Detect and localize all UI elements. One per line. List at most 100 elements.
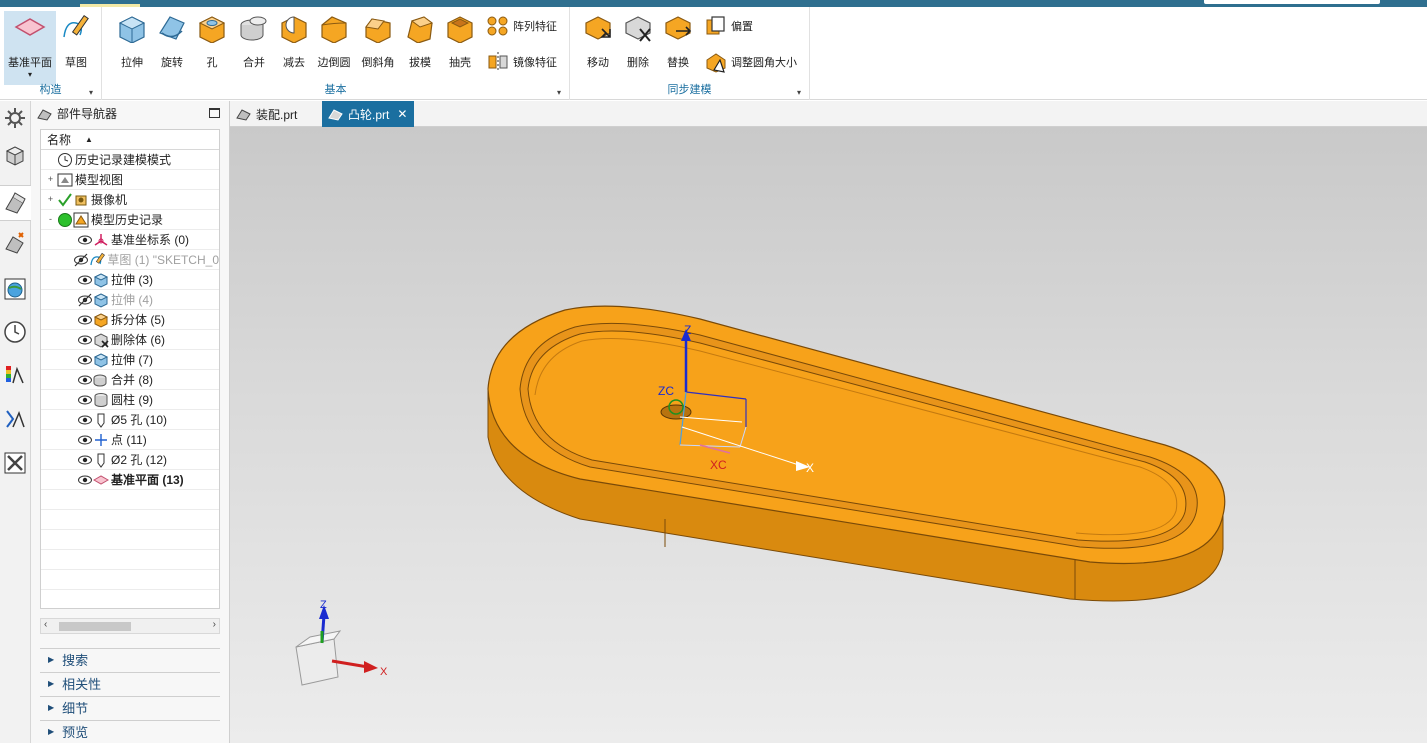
revolve-button[interactable]: 旋转 — [152, 11, 192, 75]
tree-row-label: 拆分体 (5) — [111, 313, 166, 327]
sketch-button[interactable]: 草图 — [56, 11, 96, 75]
visible-eye-icon[interactable] — [77, 272, 93, 288]
graphics-window[interactable]: Z ZC XC X Z X — [230, 127, 1427, 743]
tree-row[interactable]: 拉伸 (3) — [41, 270, 219, 290]
expand-toggle-icon[interactable]: + — [46, 175, 55, 184]
group-basic: 拉伸 旋转 孔 合并 减去 边倒圆 倒斜角 拔模 抽壳 阵列特征 镜像特征 基本… — [102, 7, 570, 100]
tree-row[interactable]: + 模型视图 — [41, 170, 219, 190]
chamfer-button[interactable]: 倒斜角 — [358, 11, 398, 75]
section-search[interactable]: ▶ 搜索 — [40, 648, 220, 670]
expand-toggle-icon[interactable]: - — [46, 215, 55, 224]
unite-label: 合并 — [243, 57, 265, 69]
settings-gear-icon[interactable] — [3, 106, 27, 130]
point-icon — [95, 433, 107, 446]
move-face-button[interactable]: 移动 — [578, 11, 618, 75]
tree-row[interactable]: - 模型历史记录 — [41, 210, 219, 230]
dropdown-arrow-icon[interactable]: ▾ — [4, 70, 56, 79]
section-preview[interactable]: ▶ 预览 — [40, 720, 220, 742]
empty-row — [41, 590, 219, 608]
hidden-eye-icon[interactable] — [77, 292, 93, 308]
mirror-feature-button[interactable]: 镜像特征 — [486, 49, 557, 75]
collapsed-triangle-icon: ▶ — [48, 703, 55, 712]
datum-plane-label: 基准平面 — [8, 57, 52, 69]
tools-icon[interactable] — [3, 451, 27, 475]
replace-face-label: 替换 — [667, 57, 689, 69]
unite-icon — [93, 374, 107, 386]
tree-row[interactable]: Ø5 孔 (10) — [41, 410, 219, 430]
tree-row[interactable]: + 摄像机 — [41, 190, 219, 210]
tree-row[interactable]: 草图 (1) "SKETCH_0 — [41, 250, 219, 270]
navigator-horizontal-scrollbar[interactable]: ‹ › — [40, 618, 220, 634]
close-tab-icon[interactable]: ✕ — [397, 107, 407, 121]
subtract-icon — [281, 16, 307, 44]
visualization-palette-icon[interactable] — [3, 363, 27, 387]
command-search-box[interactable] — [1204, 0, 1380, 4]
maximize-icon[interactable] — [209, 108, 220, 118]
collapsed-triangle-icon: ▶ — [48, 679, 55, 688]
scrollbar-thumb[interactable] — [59, 622, 131, 631]
draft-button[interactable]: 拔模 — [400, 11, 440, 75]
tree-row[interactable]: 基准平面 (13) — [41, 470, 219, 490]
visible-eye-icon[interactable] — [77, 232, 93, 248]
visible-eye-icon[interactable] — [77, 392, 93, 408]
extrude-button[interactable]: 拉伸 — [112, 11, 152, 75]
tree-row[interactable]: 拉伸 (4) — [41, 290, 219, 310]
draft-icon — [407, 16, 434, 44]
section-label: 细节 — [62, 701, 89, 716]
visible-eye-icon[interactable] — [77, 332, 93, 348]
checkmark-icon[interactable] — [57, 192, 73, 208]
group-more-icon[interactable]: ▾ — [797, 88, 801, 97]
hidden-eye-icon[interactable] — [73, 252, 89, 268]
tree-row[interactable]: 圆柱 (9) — [41, 390, 219, 410]
roles-icon[interactable] — [3, 407, 27, 431]
offset-region-button[interactable]: 偏置 — [704, 13, 753, 39]
tree-row[interactable]: 点 (11) — [41, 430, 219, 450]
web-browser-icon[interactable] — [3, 277, 27, 301]
group-more-icon[interactable]: ▾ — [557, 88, 561, 97]
visible-eye-icon[interactable] — [77, 452, 93, 468]
reuse-library-icon[interactable] — [3, 231, 27, 255]
section-details[interactable]: ▶ 细节 — [40, 696, 220, 718]
center-hole[interactable] — [660, 404, 692, 420]
expand-toggle-icon[interactable]: + — [46, 195, 55, 204]
visible-eye-icon[interactable] — [77, 472, 93, 488]
edge-blend-button[interactable]: 边倒圆 — [314, 11, 354, 75]
unite-button[interactable]: 合并 — [234, 11, 274, 75]
visible-eye-icon[interactable] — [77, 352, 93, 368]
scroll-right-icon[interactable]: › — [213, 619, 216, 630]
tree-row[interactable]: 基准坐标系 (0) — [41, 230, 219, 250]
tab-assembly[interactable]: 装配.prt — [230, 101, 322, 127]
tree-row[interactable]: 拆分体 (5) — [41, 310, 219, 330]
group-more-icon[interactable]: ▾ — [89, 88, 93, 97]
column-header-name[interactable]: 名称 ▲ — [41, 130, 219, 150]
replace-face-button[interactable]: 替换 — [658, 11, 698, 75]
scroll-left-icon[interactable]: ‹ — [44, 619, 47, 630]
pattern-feature-button[interactable]: 阵列特征 — [486, 13, 557, 39]
tree-row[interactable]: 历史记录建模模式 — [41, 150, 219, 170]
section-dependencies[interactable]: ▶ 相关性 — [40, 672, 220, 694]
tree-row[interactable]: 合并 (8) — [41, 370, 219, 390]
tree-row-label: 模型历史记录 — [91, 213, 164, 227]
pattern-feature-icon — [487, 16, 508, 36]
tree-row[interactable]: Ø2 孔 (12) — [41, 450, 219, 470]
tab-cam[interactable]: 凸轮.prt ✕ — [322, 101, 414, 127]
hole-button[interactable]: 孔 — [192, 11, 232, 75]
sketch-icon — [90, 252, 106, 265]
datum-plane-button[interactable]: 基准平面 ▾ — [4, 11, 56, 85]
history-clock-icon[interactable] — [3, 320, 27, 344]
visible-eye-icon[interactable] — [77, 312, 93, 328]
resize-blend-button[interactable]: 调整圆角大小 — [704, 49, 797, 75]
visible-eye-icon[interactable] — [77, 412, 93, 428]
camera-icon — [75, 195, 87, 205]
visible-eye-icon[interactable] — [77, 372, 93, 388]
shell-button[interactable]: 抽壳 — [440, 11, 480, 75]
visible-eye-icon[interactable] — [77, 432, 93, 448]
delete-face-button[interactable]: 删除 — [618, 11, 658, 75]
tree-row[interactable]: 拉伸 (7) — [41, 350, 219, 370]
tree-row[interactable]: 删除体 (6) — [41, 330, 219, 350]
subtract-button[interactable]: 减去 — [274, 11, 314, 75]
edge-blend-icon — [321, 16, 347, 44]
part-navigator-tab[interactable] — [0, 185, 31, 221]
part-navigator-icon — [37, 108, 52, 121]
assembly-navigator-icon[interactable] — [3, 143, 27, 167]
